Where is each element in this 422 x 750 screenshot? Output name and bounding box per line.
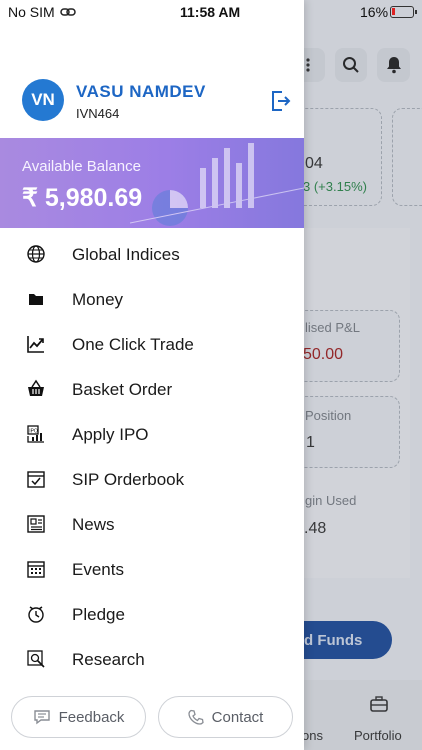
globe-icon (27, 245, 45, 263)
menu-item-money[interactable]: Money (0, 280, 304, 320)
feedback-icon (33, 710, 50, 725)
battery-percent: 16% (360, 4, 389, 20)
profile-header[interactable]: VN VASU NAMDEV IVN464 (22, 79, 292, 125)
menu-item-apply-ipo[interactable]: IPO Apply IPO (0, 415, 304, 455)
menu-item-label: Apply IPO (72, 425, 149, 444)
menu-item-label: One Click Trade (72, 335, 194, 354)
chart-decoration (130, 143, 304, 226)
menu-item-pledge[interactable]: Pledge (0, 595, 304, 635)
status-bar: No SIM 11:58 AM 16% (0, 0, 422, 24)
user-name: VASU NAMDEV (76, 82, 206, 101)
menu-item-label: News (72, 515, 115, 534)
feedback-label: Feedback (58, 708, 125, 726)
newspaper-icon (27, 515, 45, 533)
pledge-icon (28, 606, 44, 623)
feedback-button[interactable]: Feedback (11, 696, 146, 738)
menu-item-label: Money (72, 290, 124, 309)
logout-icon[interactable] (268, 89, 292, 113)
link-icon (60, 8, 76, 16)
trend-chart-icon (27, 336, 44, 353)
menu-item-label: Pledge (72, 605, 125, 624)
menu-item-label: Basket Order (72, 380, 173, 399)
svg-text:IPO: IPO (29, 429, 38, 435)
battery-icon (390, 6, 417, 18)
menu-item-research[interactable]: Research (0, 640, 304, 680)
menu-item-sip-orderbook[interactable]: SIP Orderbook (0, 460, 304, 500)
phone-icon (187, 709, 204, 725)
avatar: VN (22, 79, 64, 121)
available-balance-card: Available Balance ₹ 5,980.69 (0, 138, 304, 228)
calendar-check-icon (27, 471, 45, 488)
menu-item-basket-order[interactable]: Basket Order (0, 370, 304, 410)
contact-label: Contact (211, 708, 264, 726)
basket-icon (28, 379, 44, 396)
user-code: IVN464 (76, 106, 120, 121)
research-icon (27, 650, 45, 668)
menu-item-label: Research (72, 650, 145, 669)
carrier-label: No SIM (8, 4, 55, 20)
menu-item-global-indices[interactable]: Global Indices (0, 235, 304, 275)
balance-label: Available Balance (22, 158, 141, 175)
balance-amount: ₹ 5,980.69 (22, 184, 143, 212)
menu-item-news[interactable]: News (0, 505, 304, 545)
menu-item-one-click-trade[interactable]: One Click Trade (0, 325, 304, 365)
events-calendar-icon (27, 561, 45, 578)
menu-item-label: Global Indices (72, 245, 180, 264)
menu-item-events[interactable]: Events (0, 550, 304, 590)
folder-icon (29, 294, 43, 305)
clock: 11:58 AM (180, 4, 241, 20)
navigation-drawer: VN VASU NAMDEV IVN464 Available Balance … (0, 0, 304, 750)
ipo-icon: IPO (27, 425, 44, 443)
menu-item-label: Events (72, 560, 124, 579)
contact-button[interactable]: Contact (158, 696, 293, 738)
menu-item-label: SIP Orderbook (72, 470, 185, 489)
